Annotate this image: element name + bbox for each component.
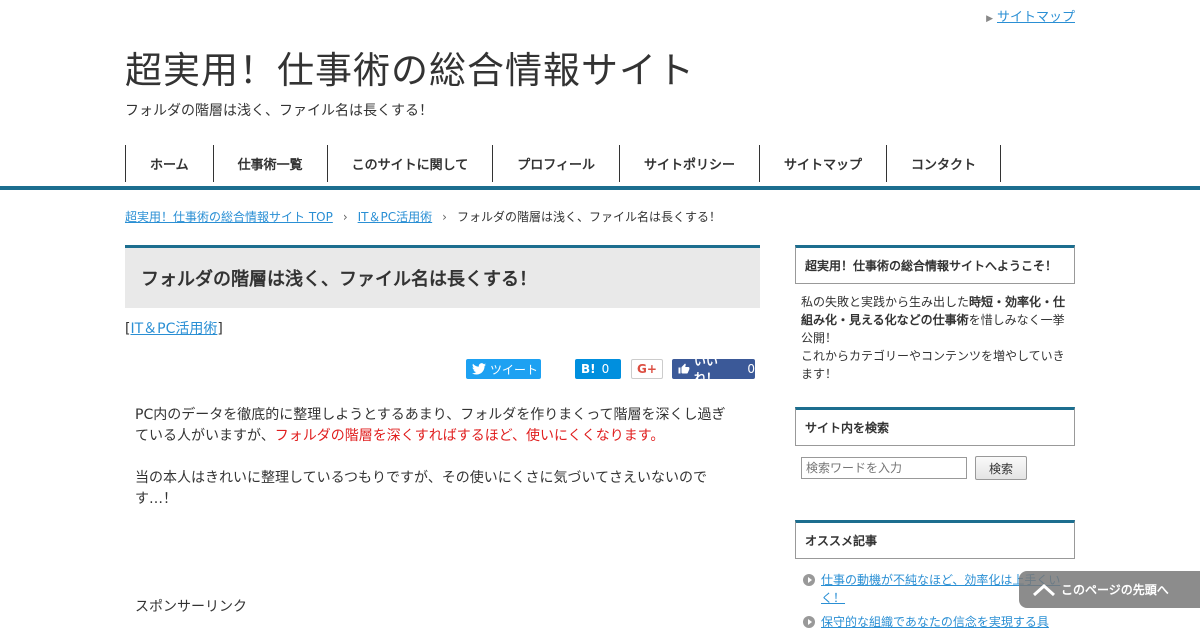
- global-nav: ホーム 仕事術一覧 このサイトに関して プロフィール サイトポリシー サイトマッ…: [125, 145, 1002, 182]
- sponsor-label: スポンサーリンク: [135, 599, 247, 615]
- paragraph-1: PC内のデータを徹底的に整理しようとするあまり、フォルダを作りまくって階層を深く…: [135, 405, 735, 447]
- google-plus-icon: G+: [637, 362, 657, 376]
- like-label: いいね！: [693, 354, 718, 385]
- hatena-b-icon: B!: [581, 362, 596, 376]
- nav-worktips[interactable]: 仕事術一覧: [214, 145, 328, 182]
- recommend-widget-title: オススメ記事: [795, 520, 1075, 559]
- twitter-bird-icon: [472, 363, 486, 375]
- nav-contact[interactable]: コンタクト: [887, 145, 1002, 182]
- nav-about[interactable]: このサイトに関して: [328, 145, 494, 182]
- top-utility-nav: ▶ サイトマップ: [986, 6, 1075, 25]
- list-item: 保守的な組織であなたの信念を実現する具: [803, 613, 1075, 630]
- google-plus-button[interactable]: G+: [631, 359, 663, 379]
- paragraph-2: 当の本人はきれいに整理しているつもりですが、その使いにくさに気づいてさえいないの…: [135, 470, 708, 507]
- chevron-right-icon: ›: [442, 209, 447, 224]
- circle-play-icon: [803, 574, 815, 586]
- entry-category: [IT＆PC活用術]: [125, 318, 760, 338]
- article-body: PC内のデータを徹底的に整理しようとするあまり、フォルダを作りまくって階層を深く…: [135, 405, 735, 531]
- chevron-up-icon: [1033, 583, 1055, 596]
- welcome-text-c: これからカテゴリーやコンテンツを増やしていきます！: [801, 349, 1065, 381]
- search-button[interactable]: 検索: [975, 456, 1027, 480]
- like-count: 0: [747, 362, 755, 376]
- bracket-close: ]: [217, 321, 223, 337]
- nav-home[interactable]: ホーム: [126, 145, 214, 182]
- welcome-widget-title: 超実用！仕事術の総合情報サイトへようこそ！: [795, 245, 1075, 284]
- nav-sitemap[interactable]: サイトマップ: [760, 145, 888, 182]
- sitemap-link[interactable]: サイトマップ: [997, 10, 1075, 25]
- facebook-like-button[interactable]: いいね！ 0: [672, 354, 755, 385]
- search-form: 検索: [801, 456, 1075, 480]
- triangle-right-icon: ▶: [986, 14, 993, 24]
- tweet-button[interactable]: ツイート: [466, 359, 541, 379]
- welcome-text: 私の失敗と実践から生み出した時短・効率化・仕組み化・見える化などの仕事術を惜しみ…: [801, 293, 1071, 383]
- breadcrumb-current: フォルダの階層は浅く、ファイル名は長くする！: [456, 210, 721, 224]
- nav-profile[interactable]: プロフィール: [493, 145, 621, 182]
- chevron-right-icon: ›: [342, 209, 348, 224]
- hatena-count: 0: [601, 362, 610, 376]
- entry-title-box: フォルダの階層は浅く、ファイル名は長くする！: [125, 245, 760, 308]
- tweet-label: ツイート: [490, 362, 539, 377]
- site-title[interactable]: 超実用！仕事術の総合情報サイト: [125, 40, 695, 94]
- site-header: ▶ サイトマップ 超実用！仕事術の総合情報サイト フォルダの階層は浅く、ファイル名…: [0, 0, 1200, 190]
- entry-title: フォルダの階層は浅く、ファイル名は長くする！: [141, 269, 537, 290]
- main-content: フォルダの階層は浅く、ファイル名は長くする！ [IT＆PC活用術] ツイート B…: [125, 245, 760, 615]
- site-description: フォルダの階層は浅く、ファイル名は長くする！: [125, 103, 433, 119]
- back-to-top-button[interactable]: このページの先頭へ: [1019, 571, 1200, 608]
- nav-policy[interactable]: サイトポリシー: [620, 145, 761, 182]
- nav-underline-bar: [0, 186, 1200, 190]
- recommend-link-2[interactable]: 保守的な組織であなたの信念を実現する具: [821, 613, 1049, 630]
- paragraph-1-highlight: フォルダの階層を深くすればするほど、使いにくくなります。: [274, 428, 665, 444]
- category-link[interactable]: IT＆PC活用術: [130, 321, 217, 337]
- back-to-top-label: このページの先頭へ: [1061, 583, 1169, 597]
- thumbs-up-icon: [678, 363, 690, 374]
- breadcrumb-category[interactable]: IT＆PC活用術: [358, 208, 433, 225]
- welcome-text-a: 私の失敗と実践から生み出した: [801, 295, 970, 309]
- breadcrumb: 超実用！仕事術の総合情報サイト TOP › IT＆PC活用術 › フォルダの階層…: [125, 208, 721, 225]
- hatena-bookmark-button[interactable]: B! 0: [575, 359, 621, 379]
- search-widget-title: サイト内を検索: [795, 407, 1075, 446]
- search-input[interactable]: [801, 457, 967, 479]
- circle-play-icon: [803, 616, 815, 628]
- breadcrumb-home[interactable]: 超実用！仕事術の総合情報サイト TOP: [125, 208, 333, 225]
